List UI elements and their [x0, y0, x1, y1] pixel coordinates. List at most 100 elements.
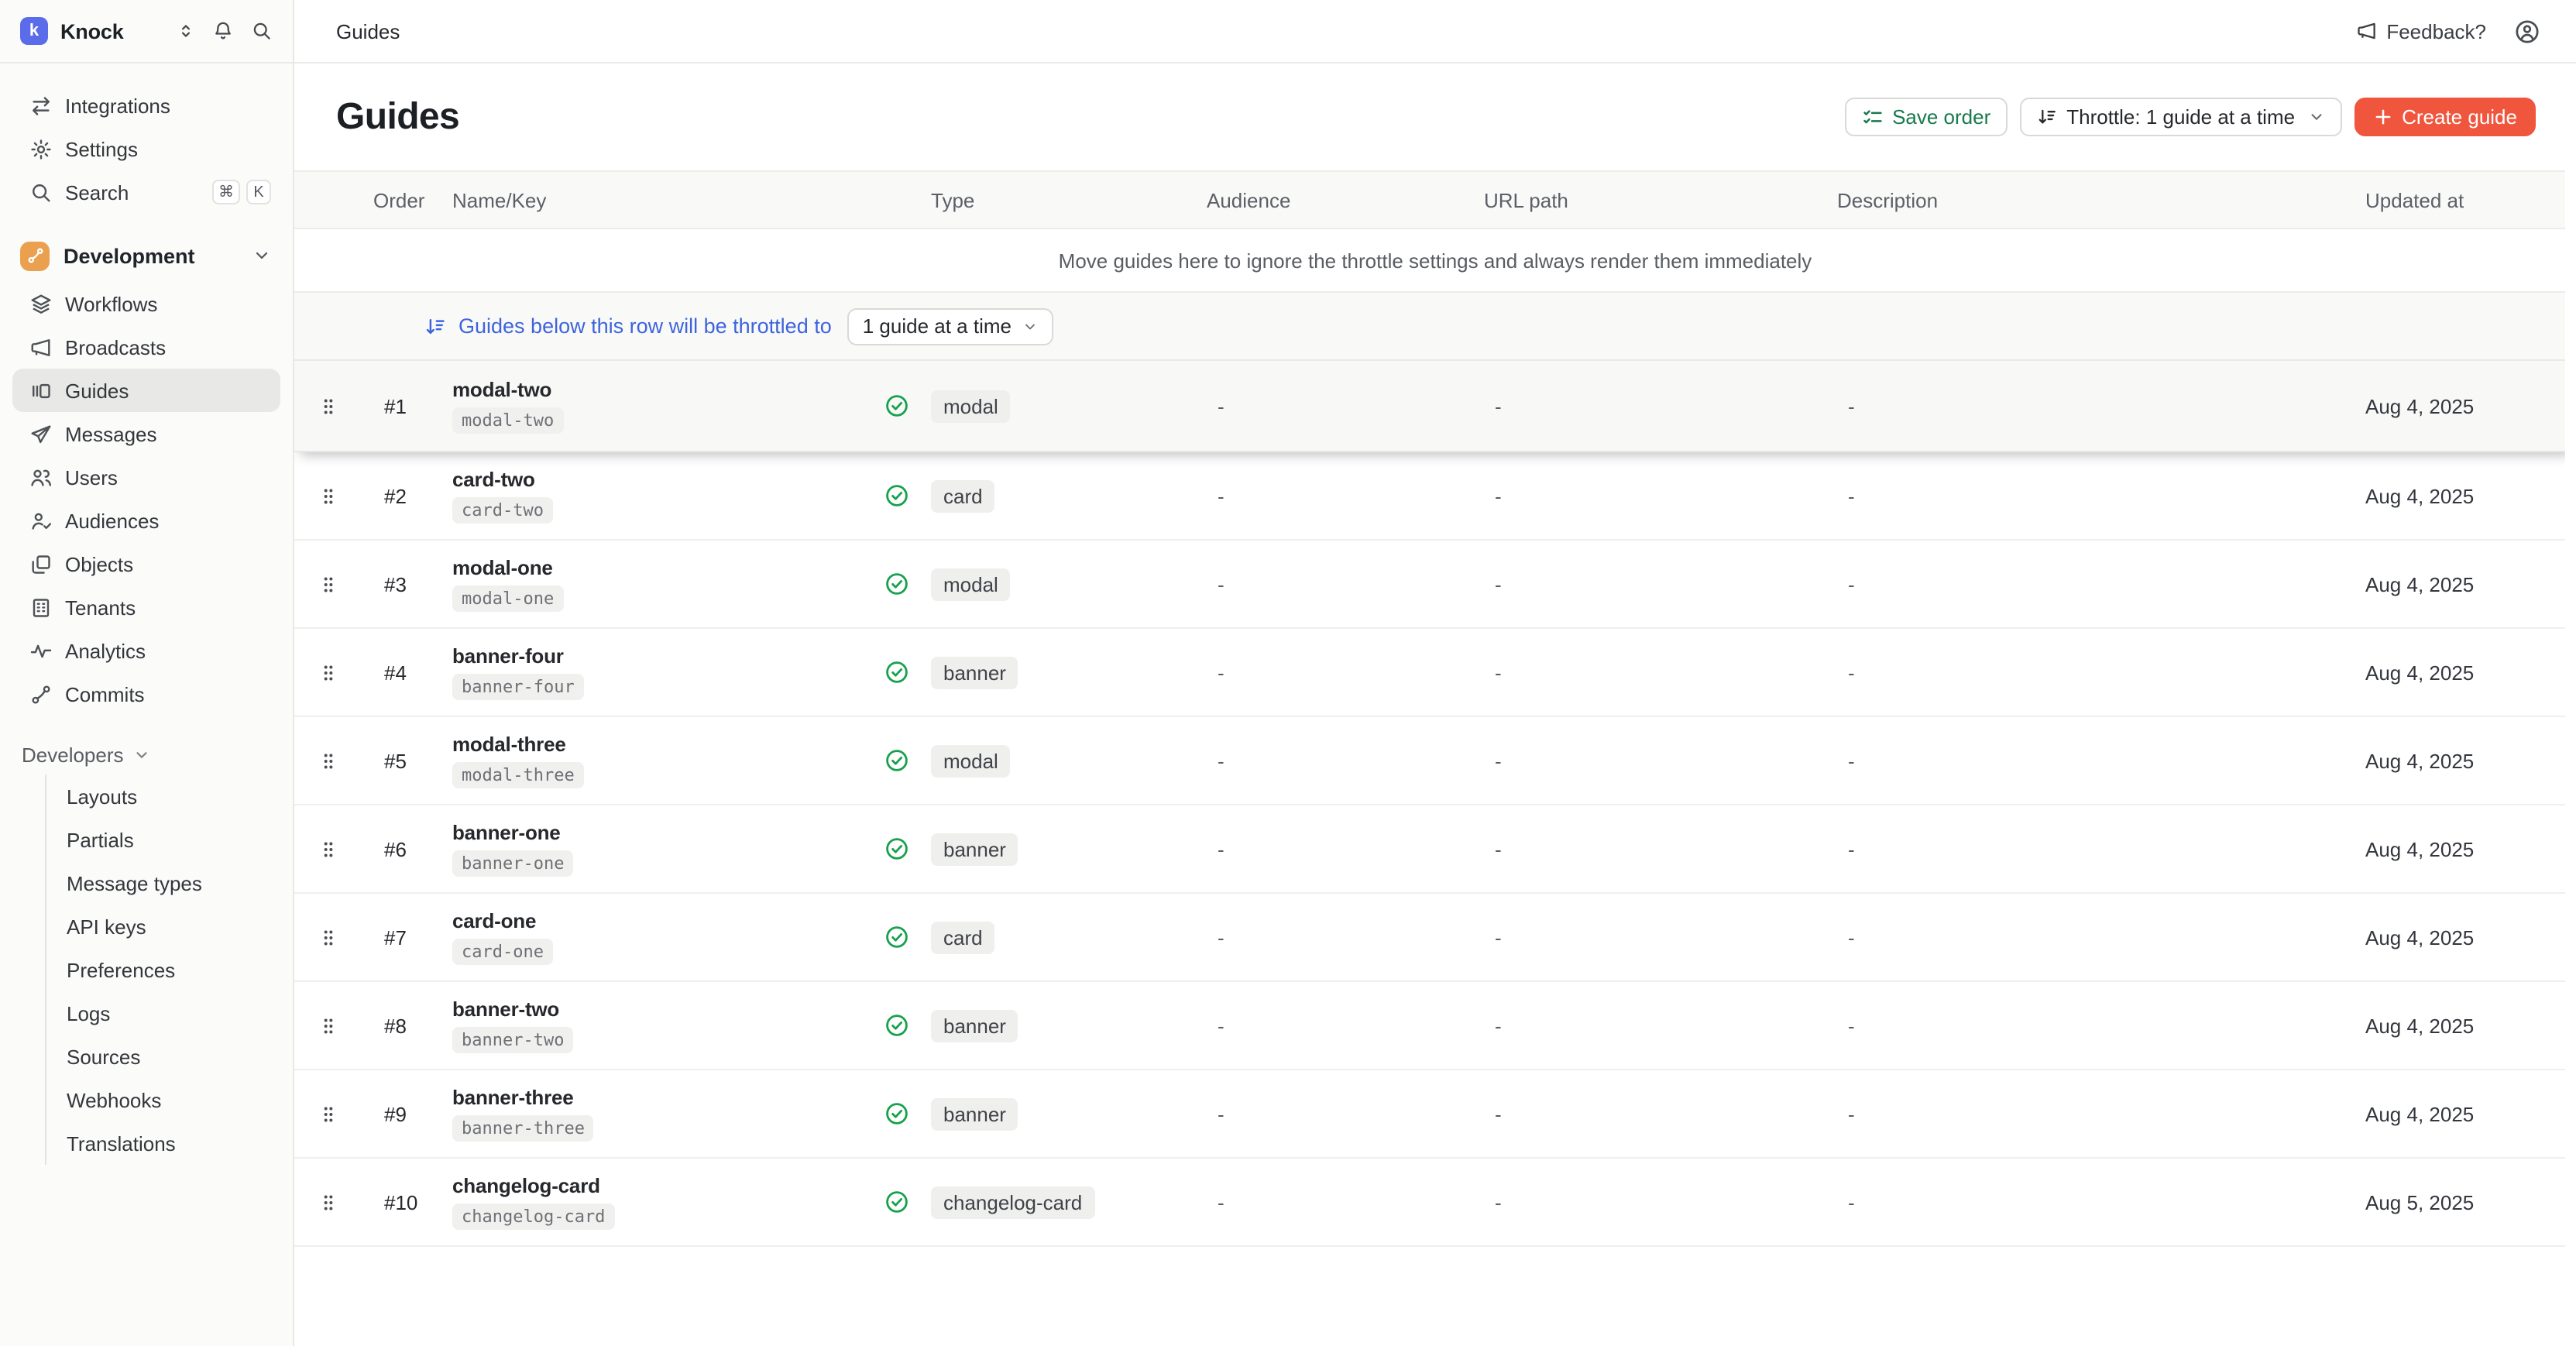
guide-audience: - — [1207, 661, 1484, 684]
throttle-dropdown[interactable]: Throttle: 1 guide at a time — [2020, 98, 2341, 136]
drag-handle-icon[interactable] — [294, 925, 362, 949]
ignore-throttle-dropzone[interactable]: Move guides here to ignore the throttle … — [294, 229, 2576, 293]
drag-handle-icon[interactable] — [294, 661, 362, 684]
guide-name-key: changelog-card changelog-card — [452, 1174, 881, 1230]
guide-name: banner-two — [452, 997, 881, 1021]
dropzone-hint-text: Move guides here to ignore the throttle … — [1059, 249, 1812, 272]
guide-row[interactable]: #5 modal-three modal-three modal - - - A… — [294, 717, 2576, 805]
drag-handle-icon[interactable] — [294, 837, 362, 860]
sidebar-item-settings[interactable]: Settings — [0, 127, 293, 170]
throttle-amount-select[interactable]: 1 guide at a time — [847, 307, 1053, 345]
developers-sub-list: Layouts Partials Message types API keys … — [45, 774, 293, 1165]
guide-url-path: - — [1484, 572, 1837, 596]
sidebar-item-audiences[interactable]: Audiences — [0, 499, 293, 542]
sidebar-item-webhooks[interactable]: Webhooks — [46, 1078, 293, 1121]
sort-descending-icon — [2037, 107, 2057, 127]
table-header-row: Order Name/Key Type Audience URL path De… — [294, 170, 2576, 229]
guide-url-path: - — [1484, 837, 1837, 860]
workspace-unfold-icon[interactable] — [177, 20, 195, 42]
drag-handle-icon[interactable] — [294, 749, 362, 772]
status-check-icon — [881, 572, 931, 596]
column-header-name-key: Name/Key — [452, 188, 881, 211]
page-header: Guides Save order Throttle: 1 guide at a… — [294, 64, 2576, 170]
search-icon[interactable] — [251, 20, 273, 42]
sidebar-item-broadcasts[interactable]: Broadcasts — [0, 325, 293, 369]
guide-description: - — [1837, 394, 2365, 417]
sidebar-item-integrations[interactable]: Integrations — [0, 84, 293, 127]
guide-type-badge: modal — [931, 568, 1011, 600]
workspace-switcher[interactable]: k Knock — [0, 0, 293, 64]
drag-handle-icon[interactable] — [294, 1102, 362, 1125]
commits-branch-icon — [29, 682, 53, 706]
developers-section-toggle[interactable]: Developers — [0, 734, 293, 774]
guide-description: - — [1837, 661, 2365, 684]
guide-row[interactable]: #4 banner-four banner-four banner - - - … — [294, 629, 2576, 717]
guide-row[interactable]: #9 banner-three banner-three banner - - … — [294, 1070, 2576, 1159]
sort-descending-icon — [424, 315, 446, 337]
guide-row[interactable]: #7 card-one card-one card - - - Aug 4, 2… — [294, 894, 2576, 982]
sidebar-item-api-keys[interactable]: API keys — [46, 905, 293, 948]
scrollbar-gutter[interactable] — [2565, 170, 2576, 1346]
guide-order: #8 — [362, 1014, 452, 1037]
guide-name-key: banner-four banner-four — [452, 644, 881, 700]
guide-url-path: - — [1484, 749, 1837, 772]
guide-row[interactable]: #3 modal-one modal-one modal - - - Aug 4… — [294, 541, 2576, 629]
feedback-button[interactable]: Feedback? — [2355, 19, 2486, 43]
guide-updated-at: Aug 4, 2025 — [2365, 394, 2576, 417]
guide-type-cell: changelog-card — [931, 1186, 1207, 1218]
guide-type-cell: banner — [931, 656, 1207, 688]
sidebar-item-workflows[interactable]: Workflows — [0, 282, 293, 325]
sidebar-item-preferences[interactable]: Preferences — [46, 948, 293, 991]
sidebar-item-label: Commits — [65, 682, 145, 706]
guide-type-badge: card — [931, 479, 995, 512]
breadcrumb: Guides — [336, 19, 400, 43]
guide-row[interactable]: #8 banner-two banner-two banner - - - Au… — [294, 982, 2576, 1070]
guide-row[interactable]: #10 changelog-card changelog-card change… — [294, 1159, 2576, 1247]
guide-url-path: - — [1484, 1102, 1837, 1125]
create-guide-button[interactable]: Create guide — [2354, 98, 2536, 136]
save-order-button[interactable]: Save order — [1844, 98, 2008, 136]
sidebar-item-messages[interactable]: Messages — [0, 412, 293, 455]
throttle-divider-label: Guides below this row will be throttled … — [459, 314, 832, 338]
guide-name-key: modal-two modal-two — [452, 378, 881, 434]
sidebar-item-translations[interactable]: Translations — [46, 1121, 293, 1165]
guide-url-path: - — [1484, 1190, 1837, 1214]
column-header-type: Type — [931, 188, 1207, 211]
guide-row[interactable]: #2 card-two card-two card - - - Aug 4, 2… — [294, 452, 2576, 541]
sidebar-item-sources[interactable]: Sources — [46, 1035, 293, 1078]
user-avatar-icon[interactable] — [2514, 18, 2540, 44]
guide-name-key: modal-three modal-three — [452, 733, 881, 788]
sidebar-item-objects[interactable]: Objects — [0, 542, 293, 585]
guide-key-badge: modal-one — [452, 585, 563, 612]
sidebar-item-layouts[interactable]: Layouts — [46, 774, 293, 818]
drag-handle-icon[interactable] — [294, 484, 362, 507]
sidebar-item-partials[interactable]: Partials — [46, 818, 293, 861]
sidebar-item-guides[interactable]: Guides — [0, 369, 293, 412]
drag-handle-icon[interactable] — [294, 1190, 362, 1214]
sidebar-item-commits[interactable]: Commits — [0, 672, 293, 716]
guide-updated-at: Aug 4, 2025 — [2365, 1014, 2576, 1037]
drag-handle-icon[interactable] — [294, 1014, 362, 1037]
guide-name: modal-two — [452, 378, 881, 401]
notifications-bell-icon[interactable] — [212, 20, 234, 42]
environment-switcher[interactable]: Development — [0, 229, 293, 282]
sidebar-item-tenants[interactable]: Tenants — [0, 585, 293, 629]
guide-type-badge: changelog-card — [931, 1186, 1094, 1218]
sidebar-item-logs[interactable]: Logs — [46, 991, 293, 1035]
guide-type-cell: banner — [931, 833, 1207, 865]
guide-url-path: - — [1484, 925, 1837, 949]
guide-audience: - — [1207, 837, 1484, 860]
guide-type-badge: banner — [931, 1097, 1018, 1130]
sidebar-item-label: Objects — [65, 552, 133, 575]
throttle-divider-link[interactable]: Guides below this row will be throttled … — [424, 314, 832, 338]
chevron-down-icon — [252, 246, 271, 265]
sidebar-item-message-types[interactable]: Message types — [46, 861, 293, 905]
drag-handle-icon[interactable] — [294, 572, 362, 596]
guide-row[interactable]: #6 banner-one banner-one banner - - - Au… — [294, 805, 2576, 894]
sidebar-item-users[interactable]: Users — [0, 455, 293, 499]
drag-handle-icon[interactable] — [294, 394, 362, 417]
guide-row[interactable]: #1 modal-two modal-two modal - - - Aug 4… — [294, 361, 2576, 452]
column-header-description: Description — [1837, 188, 2365, 211]
sidebar-item-analytics[interactable]: Analytics — [0, 629, 293, 672]
sidebar-item-search[interactable]: Search ⌘ K — [0, 170, 293, 214]
